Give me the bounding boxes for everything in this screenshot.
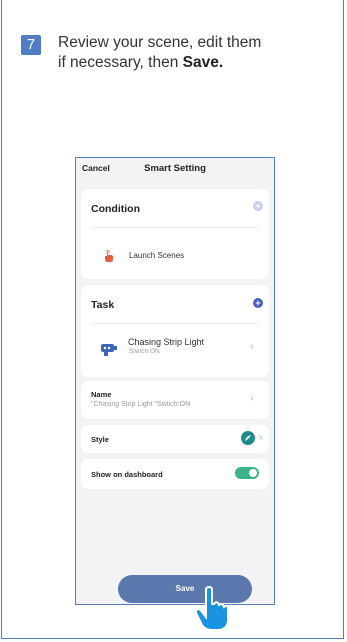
toggle-knob [249,469,257,477]
pointing-hand-icon [194,586,229,631]
chevron-right-icon[interactable]: › [250,393,253,404]
plus-circle-icon[interactable]: + [253,298,263,308]
chevron-right-icon[interactable]: › [259,432,262,443]
task-item-name[interactable]: Chasing Strip Light [128,337,204,347]
chevron-right-icon[interactable]: › [250,341,253,352]
style-label: Style [91,435,109,444]
top-bar: Cancel Smart Setting [76,158,274,184]
launch-scenes-label[interactable]: Launch Scenes [129,251,184,260]
instruction-save-bold: Save. [182,54,224,71]
name-card[interactable]: Name "Chasing Strip Light "Swtich:ON › [81,381,269,419]
task-item-status: Switch:ON [129,348,160,355]
phone-screen: Cancel Smart Setting Condition + Launch … [75,157,275,605]
plus-circle-icon[interactable]: + [253,201,263,211]
instruction-frame: 7 Review your scene, edit them if necess… [1,0,344,639]
task-title: Task [91,299,115,311]
instruction-line-2: if necessary, then [58,54,183,71]
step-number-badge: 7 [21,35,41,55]
condition-title: Condition [91,203,140,215]
dashboard-toggle[interactable] [235,467,259,479]
dashboard-card: Show on dashboard [81,459,269,489]
divider [91,323,259,324]
hand-tap-icon [105,249,113,262]
light-strip-icon [101,344,117,356]
task-card: Task + Chasing Strip Light Switch:ON › [81,285,269,377]
style-color-icon [241,431,255,445]
instruction-text: Review your scene, edit them if necessar… [58,33,298,73]
page-title: Smart Setting [144,163,206,174]
instruction-line-1: Review your scene, edit them [58,34,262,51]
show-on-dashboard-label: Show on dashboard [91,470,163,479]
divider [91,227,259,228]
name-value: "Chasing Strip Light "Swtich:ON [91,401,191,408]
style-card[interactable]: Style › [81,425,269,453]
name-label: Name [91,390,112,399]
condition-card: Condition + Launch Scenes [81,189,269,279]
